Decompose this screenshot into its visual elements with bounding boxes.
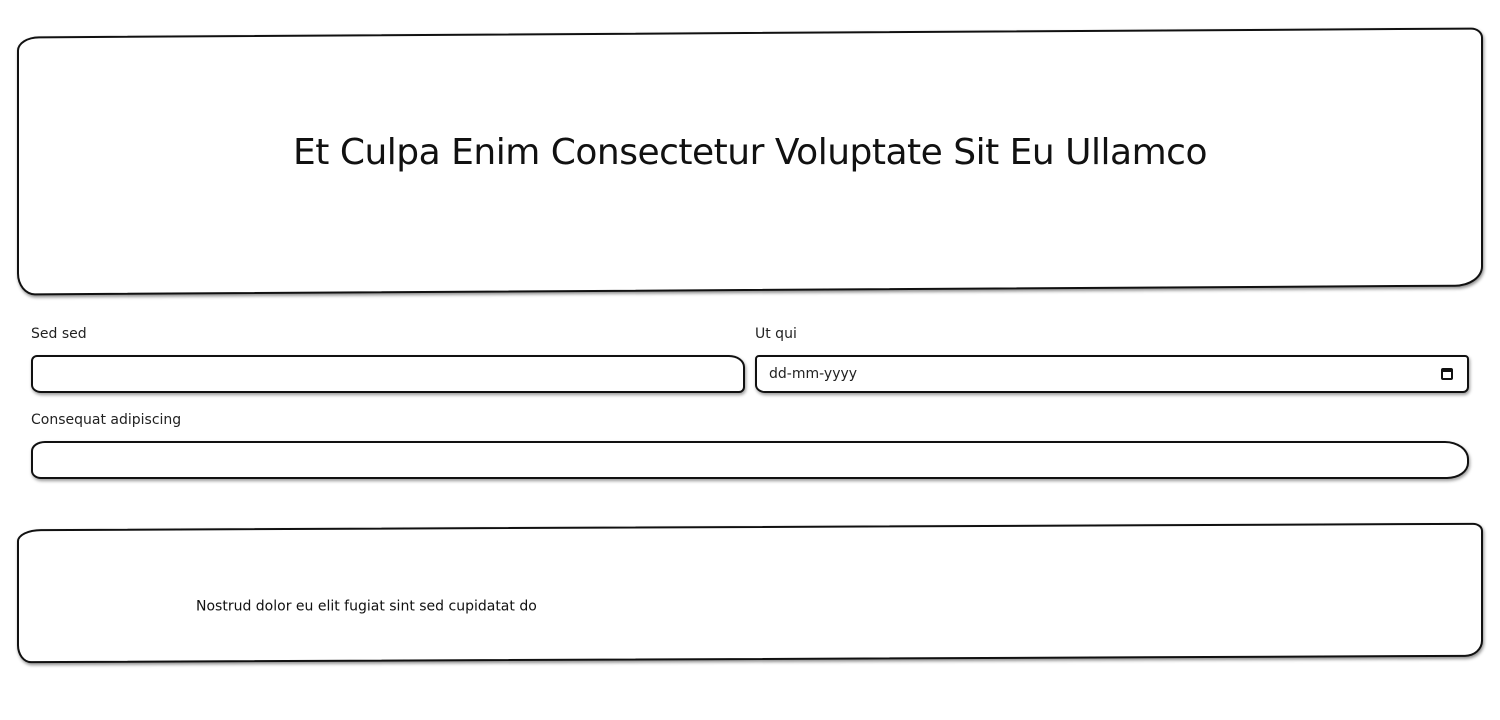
field-label-consequat-adipiscing: Consequat adipiscing (31, 412, 182, 428)
footer-text: Nostrud dolor eu elit fugiat sint sed cu… (196, 598, 537, 615)
field-label-ut-qui: Ut qui (755, 326, 797, 342)
field-label-sed-sed: Sed sed (31, 326, 87, 342)
footer-card: Nostrud dolor eu elit fugiat sint sed cu… (17, 522, 1483, 664)
page-title: Et Culpa Enim Consectetur Voluptate Sit … (293, 132, 1207, 173)
ut-qui-date-input[interactable]: dd-mm-yyyy (755, 355, 1469, 393)
calendar-icon[interactable] (1441, 368, 1453, 380)
header-card: Et Culpa Enim Consectetur Voluptate Sit … (17, 27, 1483, 296)
sed-sed-input[interactable] (31, 355, 745, 393)
date-placeholder: dd-mm-yyyy (769, 366, 858, 382)
consequat-adipiscing-input[interactable] (31, 441, 1469, 479)
